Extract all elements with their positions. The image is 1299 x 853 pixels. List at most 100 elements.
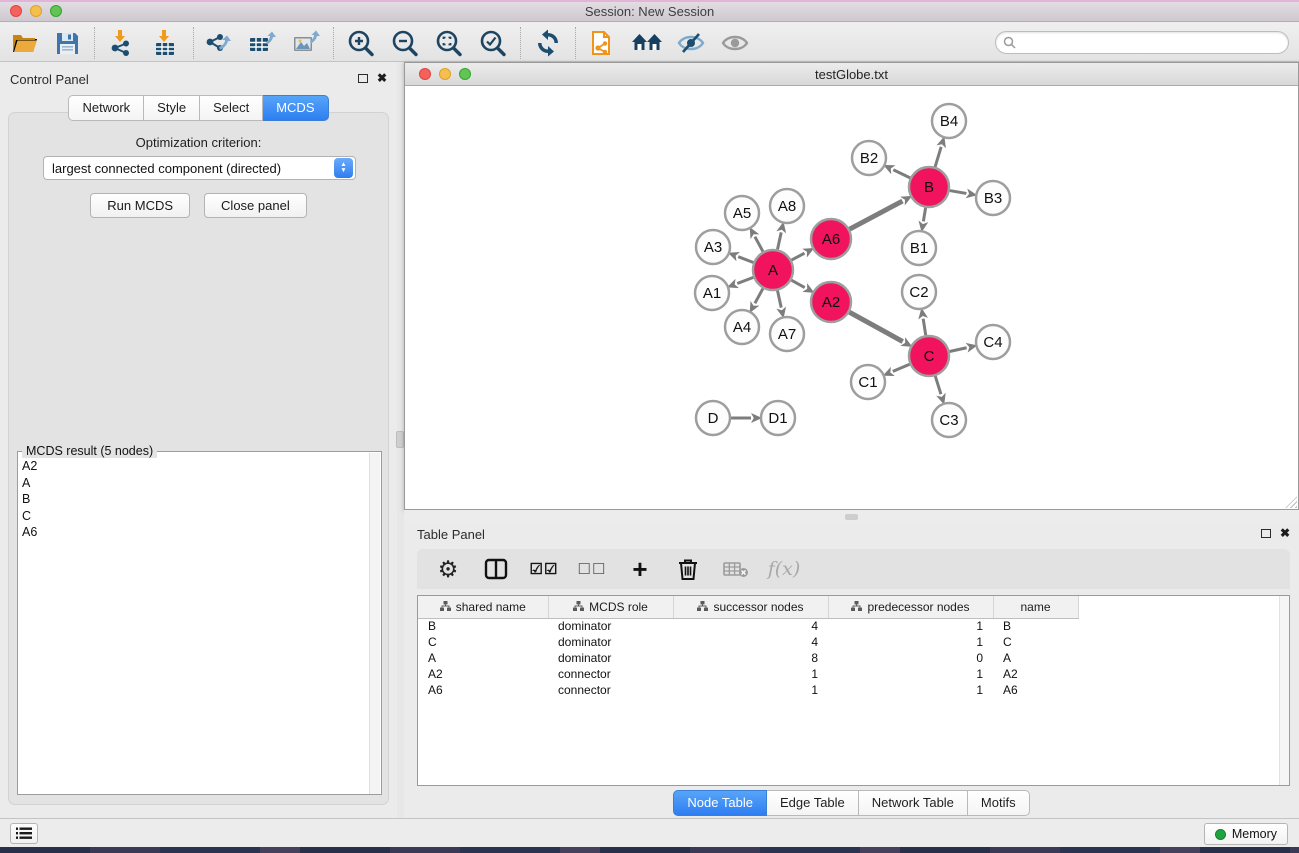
unselect-all-icon[interactable]: ☐☐ bbox=[575, 554, 609, 584]
node-A2[interactable]: A2 bbox=[811, 282, 851, 322]
mcds-result-list[interactable]: A2ABCA6 bbox=[18, 454, 370, 794]
edge-B-B2[interactable] bbox=[893, 170, 910, 178]
edge-B-B4[interactable] bbox=[935, 147, 941, 167]
node-C[interactable]: C bbox=[909, 336, 949, 376]
tab-select[interactable]: Select bbox=[200, 95, 263, 121]
node-A7[interactable]: A7 bbox=[770, 317, 804, 351]
show-graphics-details-icon[interactable] bbox=[718, 28, 752, 58]
column-header-successor-nodes[interactable]: successor nodes bbox=[673, 596, 828, 618]
open-session-icon[interactable] bbox=[8, 28, 42, 58]
edge-A-A6[interactable] bbox=[792, 253, 805, 260]
export-image-icon[interactable] bbox=[289, 28, 323, 58]
node-A4[interactable]: A4 bbox=[725, 310, 759, 344]
edge-B-B1[interactable] bbox=[923, 208, 925, 222]
mcds-result-scrollbar[interactable] bbox=[369, 453, 380, 794]
edge-B-B3[interactable] bbox=[950, 191, 967, 194]
column-header-shared-name[interactable]: shared name bbox=[418, 596, 548, 618]
export-network-icon[interactable] bbox=[201, 28, 235, 58]
search-input[interactable] bbox=[1021, 36, 1288, 50]
add-column-icon[interactable]: + bbox=[623, 554, 657, 584]
select-all-icon[interactable]: ☑☑ bbox=[527, 554, 561, 584]
node-A1[interactable]: A1 bbox=[695, 276, 729, 310]
result-item[interactable]: A bbox=[22, 475, 370, 492]
column-header-predecessor-nodes[interactable]: predecessor nodes bbox=[828, 596, 993, 618]
node-A3[interactable]: A3 bbox=[696, 230, 730, 264]
table-row[interactable]: Cdominator41C bbox=[418, 634, 1078, 650]
horizontal-split-grip[interactable] bbox=[845, 514, 858, 520]
node-B3[interactable]: B3 bbox=[976, 181, 1010, 215]
edge-C-C4[interactable] bbox=[950, 348, 967, 352]
tab-network-table[interactable]: Network Table bbox=[859, 790, 968, 816]
tab-network[interactable]: Network bbox=[68, 95, 144, 121]
network-window-titlebar[interactable]: testGlobe.txt bbox=[405, 63, 1298, 86]
edge-A-A3[interactable] bbox=[738, 257, 753, 263]
zoom-selected-icon[interactable] bbox=[476, 28, 510, 58]
edge-A6-B[interactable] bbox=[850, 201, 903, 229]
result-item[interactable]: A6 bbox=[22, 524, 370, 541]
show-columns-icon[interactable] bbox=[479, 554, 513, 584]
edge-A-A4[interactable] bbox=[755, 288, 763, 303]
edge-A-A7[interactable] bbox=[777, 291, 781, 308]
column-header-MCDS-role[interactable]: MCDS role bbox=[548, 596, 673, 618]
home-view-icon[interactable] bbox=[630, 28, 664, 58]
table-row[interactable]: A6connector11A6 bbox=[418, 682, 1078, 698]
result-item[interactable]: B bbox=[22, 491, 370, 508]
hide-graphics-details-icon[interactable] bbox=[674, 28, 708, 58]
result-item[interactable]: C bbox=[22, 508, 370, 525]
table-row[interactable]: Adominator80A bbox=[418, 650, 1078, 666]
node-A5[interactable]: A5 bbox=[725, 196, 759, 230]
window-resize-grip[interactable] bbox=[1285, 496, 1297, 508]
close-panel-button[interactable]: Close panel bbox=[204, 193, 307, 218]
table-row[interactable]: Bdominator41B bbox=[418, 618, 1078, 634]
node-D[interactable]: D bbox=[696, 401, 730, 435]
tab-mcds[interactable]: MCDS bbox=[263, 95, 328, 121]
node-A6[interactable]: A6 bbox=[811, 219, 851, 259]
memory-button[interactable]: Memory bbox=[1204, 823, 1288, 845]
edge-C-C1[interactable] bbox=[893, 364, 910, 371]
task-history-button[interactable] bbox=[10, 823, 38, 844]
tab-node-table[interactable]: Node Table bbox=[673, 790, 767, 816]
edge-A-A2[interactable] bbox=[791, 280, 804, 287]
import-network-icon[interactable] bbox=[104, 28, 138, 58]
import-table-icon[interactable] bbox=[148, 28, 182, 58]
node-C4[interactable]: C4 bbox=[976, 325, 1010, 359]
zoom-fit-icon[interactable] bbox=[432, 28, 466, 58]
zoom-in-icon[interactable] bbox=[344, 28, 378, 58]
node-table[interactable]: shared nameMCDS rolesuccessor nodesprede… bbox=[418, 596, 1079, 698]
node-C3[interactable]: C3 bbox=[932, 403, 966, 437]
node-A[interactable]: A bbox=[753, 250, 793, 290]
node-C2[interactable]: C2 bbox=[902, 275, 936, 309]
node-B2[interactable]: B2 bbox=[852, 141, 886, 175]
float-panel-icon[interactable] bbox=[358, 74, 368, 83]
node-B[interactable]: B bbox=[909, 167, 949, 207]
refresh-icon[interactable] bbox=[531, 28, 565, 58]
tab-style[interactable]: Style bbox=[144, 95, 200, 121]
edge-A-A8[interactable] bbox=[777, 232, 781, 249]
close-panel-icon[interactable]: ✖ bbox=[377, 73, 387, 83]
result-item[interactable]: A2 bbox=[22, 458, 370, 475]
table-scrollbar[interactable] bbox=[1279, 596, 1289, 785]
edge-C-C3[interactable] bbox=[935, 376, 941, 394]
settings-gear-icon[interactable]: ⚙ bbox=[431, 554, 465, 584]
vertical-split-grip[interactable] bbox=[396, 431, 404, 448]
save-session-icon[interactable] bbox=[50, 28, 84, 58]
table-row[interactable]: A2connector11A2 bbox=[418, 666, 1078, 682]
node-C1[interactable]: C1 bbox=[851, 365, 885, 399]
node-B1[interactable]: B1 bbox=[902, 231, 936, 265]
run-mcds-button[interactable]: Run MCDS bbox=[90, 193, 190, 218]
zoom-out-icon[interactable] bbox=[388, 28, 422, 58]
float-table-panel-icon[interactable] bbox=[1261, 529, 1271, 538]
export-table-icon[interactable] bbox=[245, 28, 279, 58]
edge-A2-C[interactable] bbox=[849, 312, 902, 341]
node-A8[interactable]: A8 bbox=[770, 189, 804, 223]
delete-column-icon[interactable] bbox=[671, 554, 705, 584]
tab-motifs[interactable]: Motifs bbox=[968, 790, 1030, 816]
criterion-dropdown[interactable]: largest connected component (directed) ▲… bbox=[43, 156, 356, 180]
close-table-panel-icon[interactable]: ✖ bbox=[1280, 528, 1290, 538]
network-canvas[interactable]: B4B2BB3A8A5A6B1A3AC2A1A2A4A7C4CC1C3DD1 bbox=[406, 87, 1298, 509]
column-header-name[interactable]: name bbox=[993, 596, 1078, 618]
edge-A-A1[interactable] bbox=[737, 277, 753, 283]
node-D1[interactable]: D1 bbox=[761, 401, 795, 435]
edge-C-C2[interactable] bbox=[923, 319, 926, 336]
tab-edge-table[interactable]: Edge Table bbox=[767, 790, 859, 816]
